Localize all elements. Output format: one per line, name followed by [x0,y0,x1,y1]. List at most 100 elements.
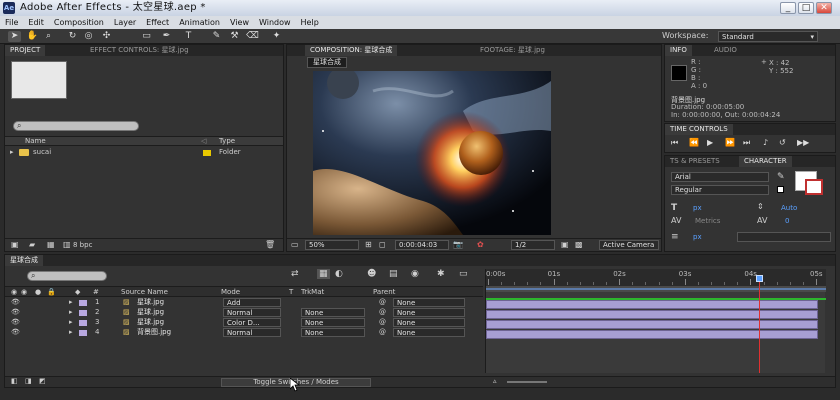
composition-viewer[interactable] [313,71,551,235]
last-frame-icon[interactable]: ⏭ [743,138,750,148]
layer-name[interactable]: 星球.jpg [137,308,164,317]
font-style-dropdown[interactable]: Regular [671,185,769,195]
menu-composition[interactable]: Composition [49,16,109,29]
lock-switch-icon[interactable]: 🔒 [47,288,56,296]
next-frame-icon[interactable]: ⏩ [725,138,735,147]
layer-row[interactable]: 👁 ▸ 1 ▨ 星球.jpg Add @ None [5,298,483,308]
menu-help[interactable]: Help [296,16,324,29]
layer-name[interactable]: 星球.jpg [137,318,164,327]
tab-time-controls[interactable]: TIME CONTROLS [665,124,733,135]
bit-depth-label[interactable]: 8 bpc [73,241,92,249]
mask-visibility-icon[interactable]: ◻ [379,240,386,249]
motion-blur-icon[interactable]: ◉ [411,269,419,279]
layer-label-swatch[interactable] [79,330,87,336]
layer-row[interactable]: 👁 ▸ 3 ▨ 星球.jpg Color D... None @ None [5,318,483,328]
menu-effect[interactable]: Effect [141,16,174,29]
camera-view-dropdown[interactable]: Active Camera [599,240,659,250]
hide-shy-layers-icon[interactable]: ☻ [367,269,376,279]
eraser-tool-icon[interactable]: ⌫ [246,31,259,42]
type-column-header[interactable]: Type [219,137,235,146]
solo-switch-icon[interactable]: ● [35,288,41,296]
layer-parent-dropdown[interactable]: None [393,308,465,317]
transparency-grid-icon[interactable]: ▩ [575,240,583,249]
resolution-dropdown[interactable]: 1/2 [511,240,555,250]
zoom-out-icon[interactable]: ▵ [493,377,497,385]
parent-column-header[interactable]: Parent [373,288,395,296]
font-size-unit[interactable]: px [693,204,702,212]
source-name-column-header[interactable]: Source Name [121,288,168,296]
layer-row[interactable]: 👁 ▸ 4 ▨ 背景图.jpg Normal None @ None [5,328,483,338]
time-graph[interactable]: 0:00s 01s 02s 03s 04s 05s [485,269,826,373]
trash-icon[interactable]: 🗑 [265,240,275,249]
project-search-input[interactable]: ⌕ [13,121,139,131]
grid-toggle-icon[interactable]: ⊞ [365,240,372,249]
tab-project[interactable]: PROJECT [5,45,46,56]
maximize-button[interactable]: □ [798,2,814,14]
selection-tool-icon[interactable]: ➤ [8,31,21,42]
tab-info[interactable]: INFO [665,45,692,56]
layer-trkmat-dropdown[interactable]: None [301,318,365,327]
puppet-tool-icon[interactable]: ✦ [270,31,283,42]
tab-character[interactable]: CHARACTER [739,156,792,167]
timeline-search-input[interactable]: ⌕ [27,271,107,281]
frame-blending-icon[interactable]: ▤ [389,269,398,279]
pickwhip-icon[interactable]: @ [379,308,386,317]
tab-audio[interactable]: AUDIO [709,45,742,56]
close-button[interactable]: ✕ [816,2,832,14]
timeline-zoom-slider[interactable] [507,381,547,383]
loop-icon[interactable]: ↺ [779,138,786,147]
layer-duration-bar[interactable] [486,320,818,329]
eye-icon[interactable]: 👁 [11,318,20,327]
layer-label-swatch[interactable] [79,320,87,326]
snapshot-icon[interactable]: 📷 [453,240,463,249]
layer-trkmat-dropdown[interactable]: None [301,308,365,317]
pickwhip-icon[interactable]: @ [379,298,386,307]
tab-timeline-comp[interactable]: 星球合成 [5,255,43,266]
layer-duration-bar[interactable] [486,330,818,339]
video-switch-icon[interactable]: ◉ [11,288,17,296]
audio-icon[interactable]: ♪ [763,138,768,147]
always-preview-icon[interactable]: ▭ [291,240,299,249]
workspace-dropdown[interactable]: Standard ▾ [718,31,818,42]
menu-window[interactable]: Window [254,16,296,29]
playhead-handle[interactable] [755,275,763,282]
clone-stamp-tool-icon[interactable]: ⚒ [228,31,241,42]
menu-layer[interactable]: Layer [109,16,141,29]
layer-label-swatch[interactable] [79,310,87,316]
expand-transfer-controls-icon[interactable]: ◨ [25,377,32,385]
layer-mode-dropdown[interactable]: Color D... [223,318,281,327]
tab-composition[interactable]: COMPOSITION: 星球合成 [305,45,398,56]
live-update-icon[interactable]: ▦ [317,269,330,279]
play-icon[interactable]: ▶ [707,138,713,147]
layer-mode-dropdown[interactable]: Normal [223,308,281,317]
eye-icon[interactable]: 👁 [11,298,20,307]
layer-label-swatch[interactable] [79,300,87,306]
expand-layer-switches-icon[interactable]: ◧ [11,377,18,385]
font-family-dropdown[interactable]: Arial [671,172,769,182]
menu-animation[interactable]: Animation [174,16,225,29]
eyedropper-icon[interactable]: ✎ [777,172,785,182]
previous-frame-icon[interactable]: ⏪ [689,138,699,147]
tracking-value[interactable]: 0 [785,217,789,225]
brainstorm-icon[interactable]: ✱ [437,269,445,279]
layer-parent-dropdown[interactable]: None [393,328,465,337]
work-area-bar[interactable] [486,286,826,292]
pickwhip-icon[interactable]: @ [379,318,386,327]
trkmat-column-header[interactable]: TrkMat [301,288,324,296]
layer-row[interactable]: 👁 ▸ 2 ▨ 星球.jpg Normal None @ None [5,308,483,318]
new-folder-icon[interactable]: ▰ [29,240,35,249]
text-tool-icon[interactable]: T [182,31,195,42]
expand-triangle-icon[interactable]: ▸ [69,298,73,307]
layer-duration-bar[interactable] [486,300,818,309]
layer-name[interactable]: 星球.jpg [137,298,164,307]
brush-tool-icon[interactable]: ✎ [210,31,223,42]
current-time-indicator[interactable] [755,275,763,373]
zoom-tool-icon[interactable]: ⌕ [42,31,55,42]
minimize-button[interactable]: _ [780,2,796,14]
layer-name[interactable]: 背景图.jpg [137,328,171,337]
t-column-header[interactable]: T [289,288,293,296]
layer-parent-dropdown[interactable]: None [393,318,465,327]
pickwhip-icon[interactable]: @ [379,328,386,337]
camera-tool-icon[interactable]: ◎ [82,31,95,42]
mode-column-header[interactable]: Mode [221,288,240,296]
